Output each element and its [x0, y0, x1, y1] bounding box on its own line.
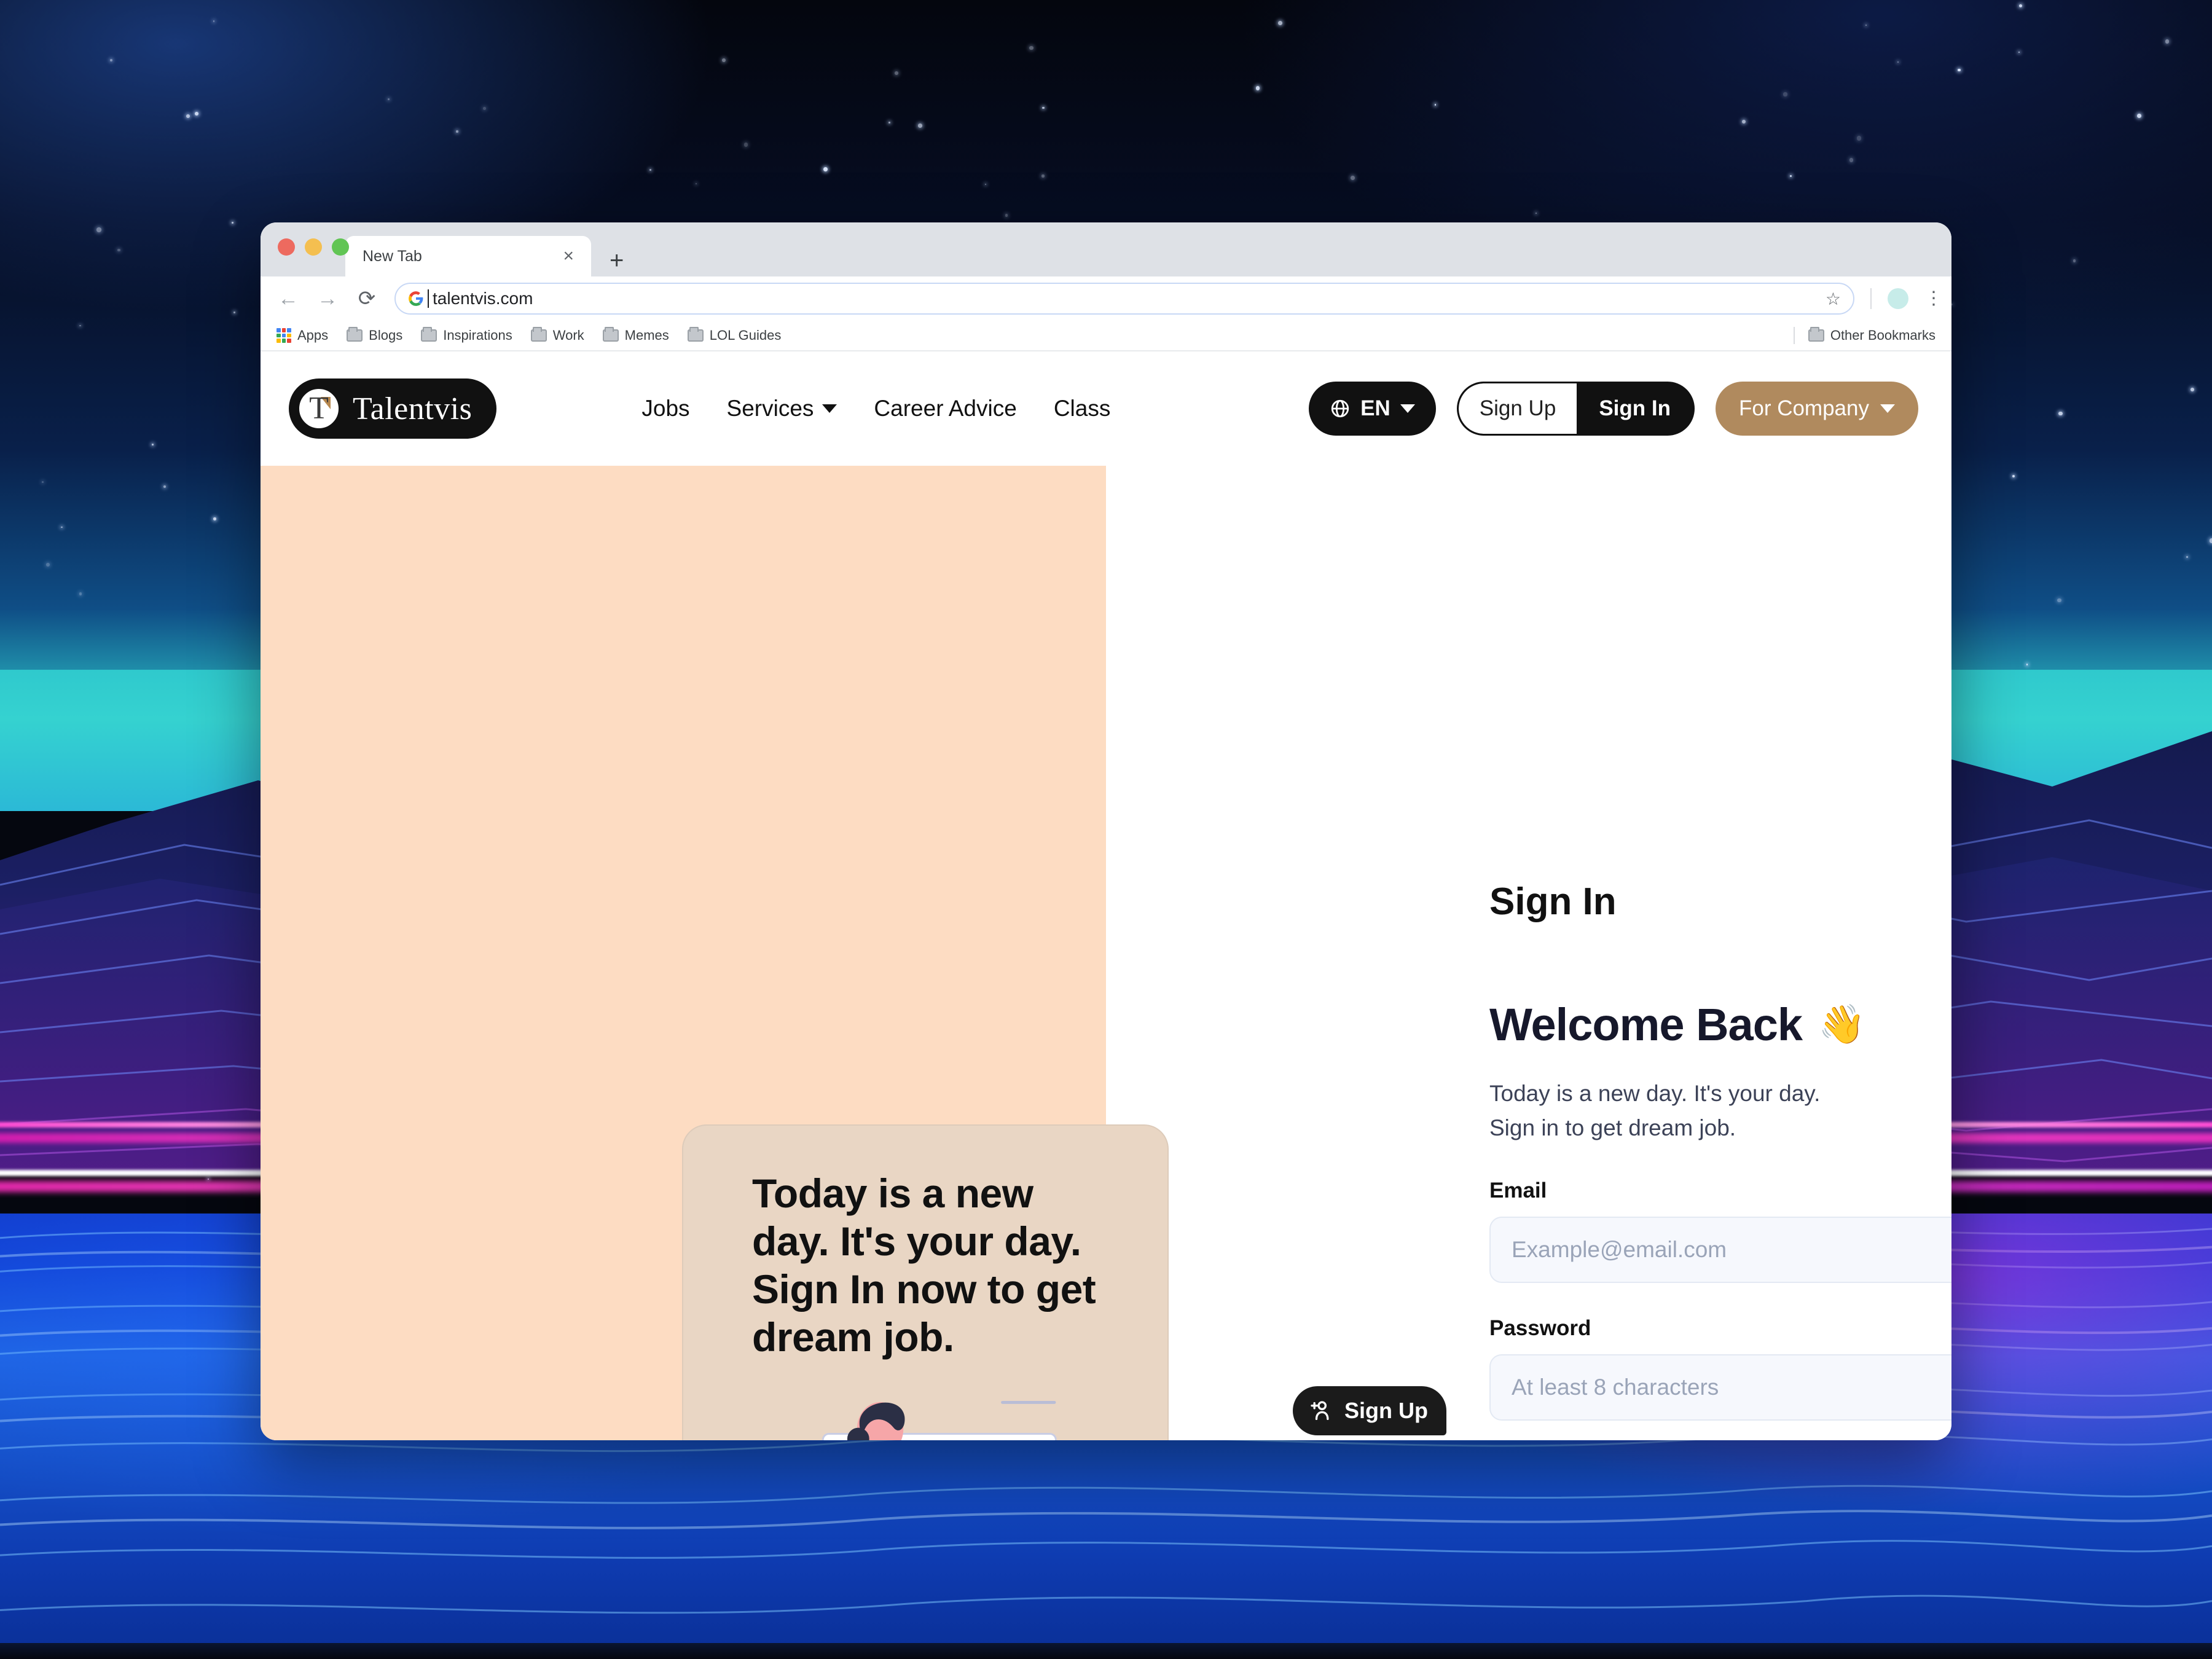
bookmark-label: Memes: [624, 327, 669, 343]
bookmark-label: Work: [552, 327, 584, 343]
reload-icon[interactable]: ⟳: [355, 286, 378, 311]
floating-sign-up-label: Sign Up: [1344, 1398, 1428, 1423]
bookmark-label: Apps: [297, 327, 329, 343]
password-field[interactable]: At least 8 characters: [1489, 1354, 1951, 1421]
bookmark-blogs[interactable]: Blogs: [347, 327, 402, 343]
chevron-down-icon: [1400, 404, 1415, 413]
for-company-button[interactable]: For Company: [1715, 382, 1918, 436]
bookmark-label: Inspirations: [443, 327, 512, 343]
nav-actions: EN Sign Up Sign In For Company: [1309, 382, 1918, 436]
bookmark-inspirations[interactable]: Inspirations: [421, 327, 512, 343]
promo-heading: Today is a new day. It's your day. Sign …: [752, 1171, 1096, 1360]
bookmark-apps[interactable]: Apps: [276, 327, 328, 343]
bookmark-label: LOL Guides: [709, 327, 782, 343]
folder-icon: [530, 327, 547, 342]
sign-in-form: Sign In Welcome Back 👋 Today is a new da…: [1489, 351, 1951, 1440]
folder-icon: [1808, 327, 1824, 342]
plus-icon[interactable]: +: [610, 248, 624, 273]
browser-titlebar: New Tab × +: [261, 222, 1951, 276]
bookmarks-divider: [1793, 327, 1795, 344]
star-icon[interactable]: ☆: [1826, 289, 1841, 309]
nav-item-career-advice[interactable]: Career Advice: [874, 396, 1016, 422]
folder-icon: [347, 327, 363, 342]
nav-item-class[interactable]: Class: [1054, 396, 1111, 422]
bookmark-label: Other Bookmarks: [1830, 327, 1936, 343]
welcome-heading: Welcome Back 👋: [1489, 998, 1951, 1051]
folder-icon: [687, 327, 704, 342]
wallpaper-bottom-edge: [0, 1643, 2212, 1659]
logo-letter: T: [309, 391, 329, 426]
sign-up-button[interactable]: Sign Up: [1458, 383, 1577, 434]
forgot-password-link[interactable]: Forgot Password?: [1489, 1438, 1951, 1440]
web-page: T Talentvis Jobs Services Career Advice: [261, 351, 1951, 1440]
globe-icon: [1331, 399, 1349, 418]
arrow-right-icon[interactable]: →: [316, 287, 339, 311]
site-navbar: T Talentvis Jobs Services Career Advice: [261, 351, 1951, 466]
arrow-left-icon[interactable]: ←: [276, 287, 300, 311]
address-bar[interactable]: talentvis.com ☆: [394, 283, 1854, 315]
form-subtitle-line2: Sign in to get dream job.: [1489, 1115, 1736, 1141]
browser-window: New Tab × + ← → ⟳ talentvis.com ☆ ⋮ Apps…: [261, 222, 1951, 1440]
maximize-window-icon[interactable]: [332, 238, 349, 256]
email-label: Email: [1489, 1179, 1547, 1203]
browser-tab[interactable]: New Tab ×: [345, 236, 591, 276]
folder-icon: [421, 327, 437, 342]
bookmark-memes[interactable]: Memes: [602, 327, 669, 343]
nav-item-services[interactable]: Services: [727, 396, 837, 422]
bookmark-lol-guides[interactable]: LOL Guides: [687, 327, 782, 343]
apps-grid-icon: [276, 328, 291, 343]
folder-icon: [602, 327, 619, 342]
logo-mark-icon: T: [297, 387, 340, 430]
chevron-down-icon: [1880, 404, 1895, 413]
toolbar-divider: [1870, 288, 1872, 309]
sign-up-label: Sign Up: [1479, 396, 1556, 420]
chevron-down-icon: [822, 404, 837, 413]
welcome-text: Welcome Back: [1489, 999, 1803, 1050]
nav-links: Jobs Services Career Advice Class: [641, 396, 1110, 422]
language-label: EN: [1360, 396, 1390, 420]
password-label: Password: [1489, 1316, 1591, 1341]
sign-in-label: Sign In: [1599, 396, 1671, 420]
nav-item-label: Services: [726, 396, 814, 421]
window-controls[interactable]: [278, 238, 349, 256]
language-selector[interactable]: EN: [1309, 382, 1436, 436]
close-window-icon[interactable]: [278, 238, 295, 256]
close-icon[interactable]: ×: [559, 247, 578, 265]
floating-sign-up-tip[interactable]: Sign Up: [1293, 1386, 1446, 1435]
password-placeholder: At least 8 characters: [1512, 1375, 1719, 1400]
bookmark-label: Blogs: [369, 327, 403, 343]
person-walking-illustration: [683, 1396, 1167, 1440]
promo-card: Today is a new day. It's your day. Sign …: [682, 1124, 1169, 1440]
bookmark-work[interactable]: Work: [530, 327, 584, 343]
browser-toolbar: ← → ⟳ talentvis.com ☆ ⋮: [261, 276, 1951, 321]
minimize-window-icon[interactable]: [305, 238, 322, 256]
waving-hand-icon: 👋: [1818, 1003, 1865, 1046]
email-field[interactable]: Example@email.com: [1489, 1217, 1951, 1284]
sign-in-button[interactable]: Sign In: [1577, 383, 1693, 434]
nav-item-label: Jobs: [641, 396, 690, 421]
site-logo[interactable]: T Talentvis: [289, 378, 497, 439]
nav-item-label: Career Advice: [874, 396, 1017, 421]
logo-wordmark: Talentvis: [353, 391, 473, 426]
for-company-label: For Company: [1738, 396, 1869, 420]
bookmarks-bar: Apps Blogs Inspirations Work Memes LOL G…: [261, 321, 1951, 351]
nav-item-jobs[interactable]: Jobs: [641, 396, 689, 422]
url-text: talentvis.com: [427, 289, 533, 308]
google-g-icon: [408, 291, 424, 307]
avatar[interactable]: [1888, 288, 1908, 309]
page-title: Sign In: [1489, 880, 1617, 923]
tab-label: New Tab: [363, 247, 422, 265]
form-subtitle-line1: Today is a new day. It's your day.: [1489, 1081, 1821, 1106]
auth-toggle: Sign Up Sign In: [1456, 382, 1695, 436]
bookmark-other[interactable]: Other Bookmarks: [1808, 327, 1936, 343]
user-plus-icon: [1311, 1401, 1329, 1420]
nav-item-label: Class: [1053, 396, 1111, 421]
email-placeholder: Example@email.com: [1512, 1237, 1727, 1263]
form-subtitle: Today is a new day. It's your day. Sign …: [1489, 1077, 1951, 1145]
kebab-menu-icon[interactable]: ⋮: [1924, 289, 1943, 308]
